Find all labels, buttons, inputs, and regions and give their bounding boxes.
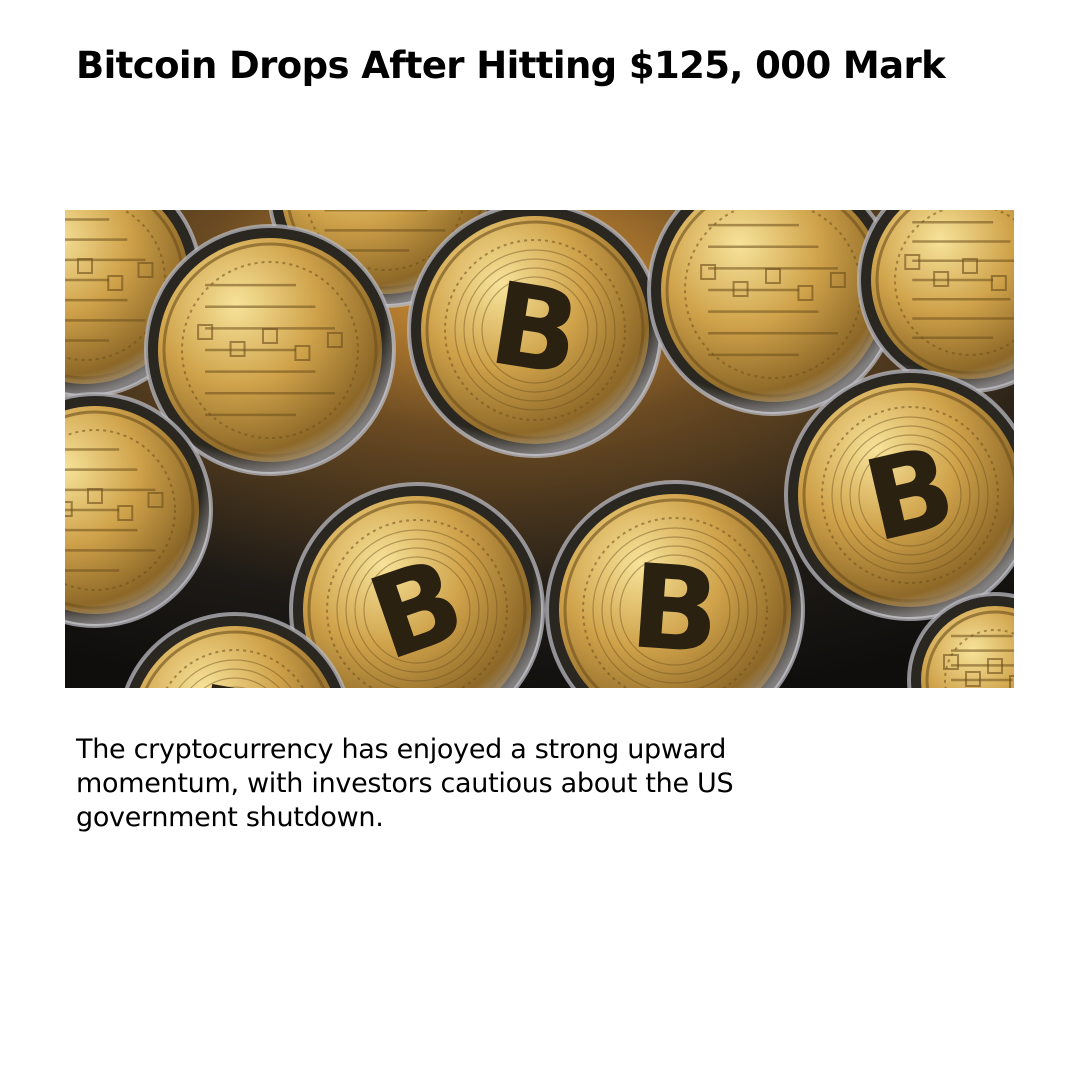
bitcoin-coins-image: BBBBB — [65, 210, 1014, 688]
article-summary: The cryptocurrency has enjoyed a strong … — [76, 734, 734, 833]
coins-photo-graphic: BBBBB — [65, 210, 1014, 688]
headline: Bitcoin Drops After Hitting $125, 000 Ma… — [76, 44, 946, 87]
bitcoin-coin-front: B — [784, 369, 1014, 621]
bitcoin-coin-front: B — [407, 210, 663, 458]
